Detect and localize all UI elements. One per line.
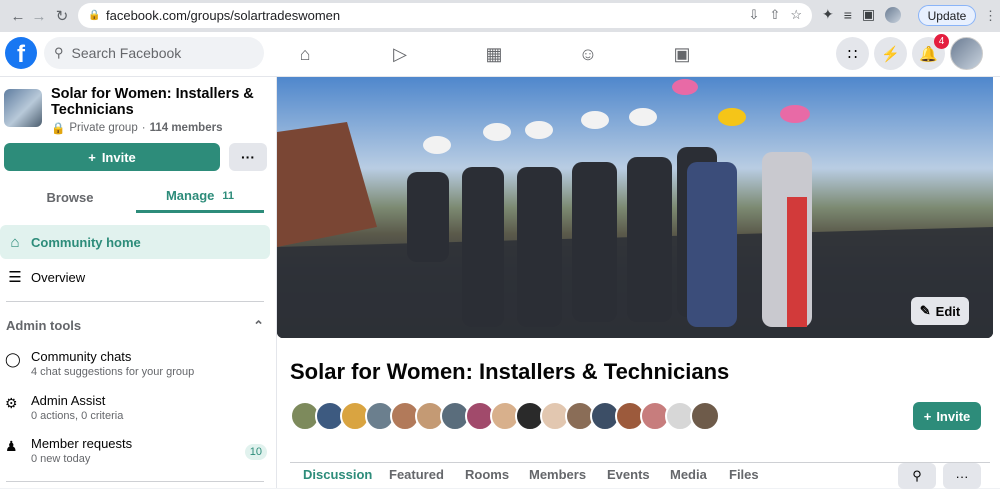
search-button[interactable]: ⚲ bbox=[898, 463, 936, 489]
tab-discussion[interactable]: Discussion bbox=[303, 467, 372, 482]
group-name[interactable]: Solar for Women: Installers & Technician… bbox=[51, 86, 271, 118]
member-count[interactable]: 114 members bbox=[150, 122, 223, 134]
avatar[interactable] bbox=[690, 401, 720, 431]
search-icon: ⚲ bbox=[912, 468, 922, 483]
admin-tools-label: Admin tools bbox=[6, 318, 82, 333]
tab-media[interactable]: Media bbox=[670, 467, 707, 482]
notification-badge: 4 bbox=[934, 34, 949, 49]
install-icon[interactable]: ⇩ bbox=[749, 7, 760, 23]
invite-button[interactable]: + Invite bbox=[4, 143, 220, 171]
share-icon[interactable]: ⇧ bbox=[769, 7, 780, 23]
layers-icon: ☰ bbox=[8, 269, 22, 286]
page-title: Solar for Women: Installers & Technician… bbox=[290, 359, 730, 384]
url-text: facebook.com/groups/solartradeswomen bbox=[106, 8, 341, 23]
tool-subtitle: 4 chat suggestions for your group bbox=[31, 366, 195, 378]
sidepanel-icon[interactable]: ▣ bbox=[862, 6, 875, 23]
search-input[interactable]: ⚲ Search Facebook bbox=[44, 37, 264, 69]
tab-files[interactable]: Files bbox=[729, 467, 759, 482]
tab-rooms[interactable]: Rooms bbox=[465, 467, 509, 482]
cover-photo: ✎ Edit bbox=[277, 77, 993, 338]
tool-community-chats[interactable]: ◯ Community chats 4 chat suggestions for… bbox=[5, 349, 267, 383]
tool-member-requests[interactable]: ♟ Member requests 0 new today 10 bbox=[5, 436, 267, 470]
lock-icon: 🔒 bbox=[88, 9, 101, 21]
update-button[interactable]: Update bbox=[918, 5, 976, 26]
search-placeholder: Search Facebook bbox=[71, 45, 182, 61]
more-options-button[interactable]: ··· bbox=[229, 143, 267, 171]
menu-grid-icon[interactable]: ∷ bbox=[836, 37, 869, 70]
plus-icon: + bbox=[923, 408, 932, 424]
profile-avatar-icon[interactable] bbox=[885, 6, 902, 23]
divider bbox=[6, 301, 264, 302]
reading-list-icon[interactable]: ≡ bbox=[844, 7, 852, 23]
group-thumbnail[interactable] bbox=[4, 89, 42, 127]
gaming-icon[interactable]: ▣ bbox=[668, 40, 696, 68]
avatar[interactable] bbox=[950, 37, 983, 70]
search-icon: ⚲ bbox=[54, 45, 64, 60]
member-requests-count: 10 bbox=[244, 444, 267, 460]
gear-icon: ⚙ bbox=[5, 395, 18, 411]
tab-members[interactable]: Members bbox=[529, 467, 586, 482]
pencil-icon: ✎ bbox=[919, 303, 931, 318]
group-sidebar: Solar for Women: Installers & Technician… bbox=[0, 77, 277, 488]
tool-title: Admin Assist bbox=[31, 393, 106, 408]
separator-dot: · bbox=[141, 122, 146, 134]
sidebar-item-overview[interactable]: ☰ Overview bbox=[0, 260, 270, 294]
group-meta: 🔒 Private group · 114 members bbox=[51, 121, 222, 135]
address-bar[interactable]: 🔒 facebook.com/groups/solartradeswomen ⇩… bbox=[78, 3, 812, 28]
marketplace-icon[interactable]: ▦ bbox=[480, 40, 508, 68]
tool-subtitle: 0 actions, 0 criteria bbox=[31, 410, 124, 422]
tab-label: Browse bbox=[46, 189, 94, 205]
lock-icon: 🔒 bbox=[51, 123, 66, 135]
more-options-button[interactable]: ··· bbox=[943, 463, 981, 489]
sidebar-item-label: Community home bbox=[31, 234, 141, 250]
forward-icon[interactable]: → bbox=[27, 4, 51, 28]
home-icon: ⌂ bbox=[10, 233, 20, 251]
tab-featured[interactable]: Featured bbox=[389, 467, 444, 482]
browser-toolbar: ← → ↻ 🔒 facebook.com/groups/solartradesw… bbox=[0, 0, 1000, 32]
tab-events[interactable]: Events bbox=[607, 467, 650, 482]
cover-photo-image bbox=[277, 77, 993, 338]
groups-icon[interactable]: ☺ bbox=[574, 40, 602, 68]
reload-icon[interactable]: ↻ bbox=[50, 4, 74, 28]
invite-label: Invite bbox=[101, 149, 136, 165]
home-icon[interactable]: ⌂ bbox=[291, 40, 319, 68]
divider bbox=[6, 481, 264, 482]
bookmark-star-icon[interactable]: ☆ bbox=[790, 7, 802, 23]
chat-icon: ◯ bbox=[5, 351, 21, 367]
sidebar-item-community-home[interactable]: ⌂ Community home bbox=[0, 225, 270, 259]
invite-button[interactable]: + Invite bbox=[913, 402, 981, 430]
group-tabs: Discussion Featured Rooms Members Events… bbox=[290, 462, 990, 489]
tool-title: Member requests bbox=[31, 436, 133, 451]
tool-subtitle: 0 new today bbox=[31, 453, 91, 465]
tool-title: Community chats bbox=[31, 349, 132, 364]
tab-count: 11 bbox=[222, 189, 235, 202]
sidebar-item-label: Overview bbox=[31, 269, 86, 285]
tab-browse[interactable]: Browse bbox=[6, 181, 134, 213]
video-icon[interactable]: ▷ bbox=[386, 40, 414, 68]
chevron-up-icon[interactable]: ⌃ bbox=[253, 318, 264, 334]
plus-icon: + bbox=[88, 149, 96, 165]
edit-label: Edit bbox=[935, 303, 961, 319]
extensions-icon[interactable]: ✦ bbox=[822, 6, 834, 23]
admin-tools-header[interactable]: Admin tools ⌃ bbox=[6, 318, 264, 334]
messenger-icon[interactable]: ⚡ bbox=[874, 37, 907, 70]
notifications-icon[interactable]: 🔔 4 bbox=[912, 34, 949, 70]
kebab-menu-icon[interactable]: ⋮ bbox=[984, 8, 997, 24]
tab-label: Manage bbox=[165, 188, 215, 203]
member-avatars[interactable] bbox=[290, 401, 720, 431]
add-person-icon: ♟ bbox=[5, 438, 18, 454]
facebook-header: f ⚲ Search Facebook ⌂ ▷ ▦ ☺ ▣ ∷ ⚡ 🔔 4 bbox=[0, 32, 1000, 77]
edit-cover-button[interactable]: ✎ Edit bbox=[911, 297, 969, 325]
tab-manage[interactable]: Manage 11 bbox=[136, 181, 264, 213]
privacy-label: Private group bbox=[69, 122, 138, 134]
invite-label: Invite bbox=[936, 408, 971, 424]
tool-admin-assist[interactable]: ⚙ Admin Assist 0 actions, 0 criteria bbox=[5, 393, 267, 427]
group-main: ✎ Edit Solar for Women: Installers & Tec… bbox=[277, 77, 1000, 489]
facebook-logo-icon[interactable]: f bbox=[5, 37, 37, 69]
